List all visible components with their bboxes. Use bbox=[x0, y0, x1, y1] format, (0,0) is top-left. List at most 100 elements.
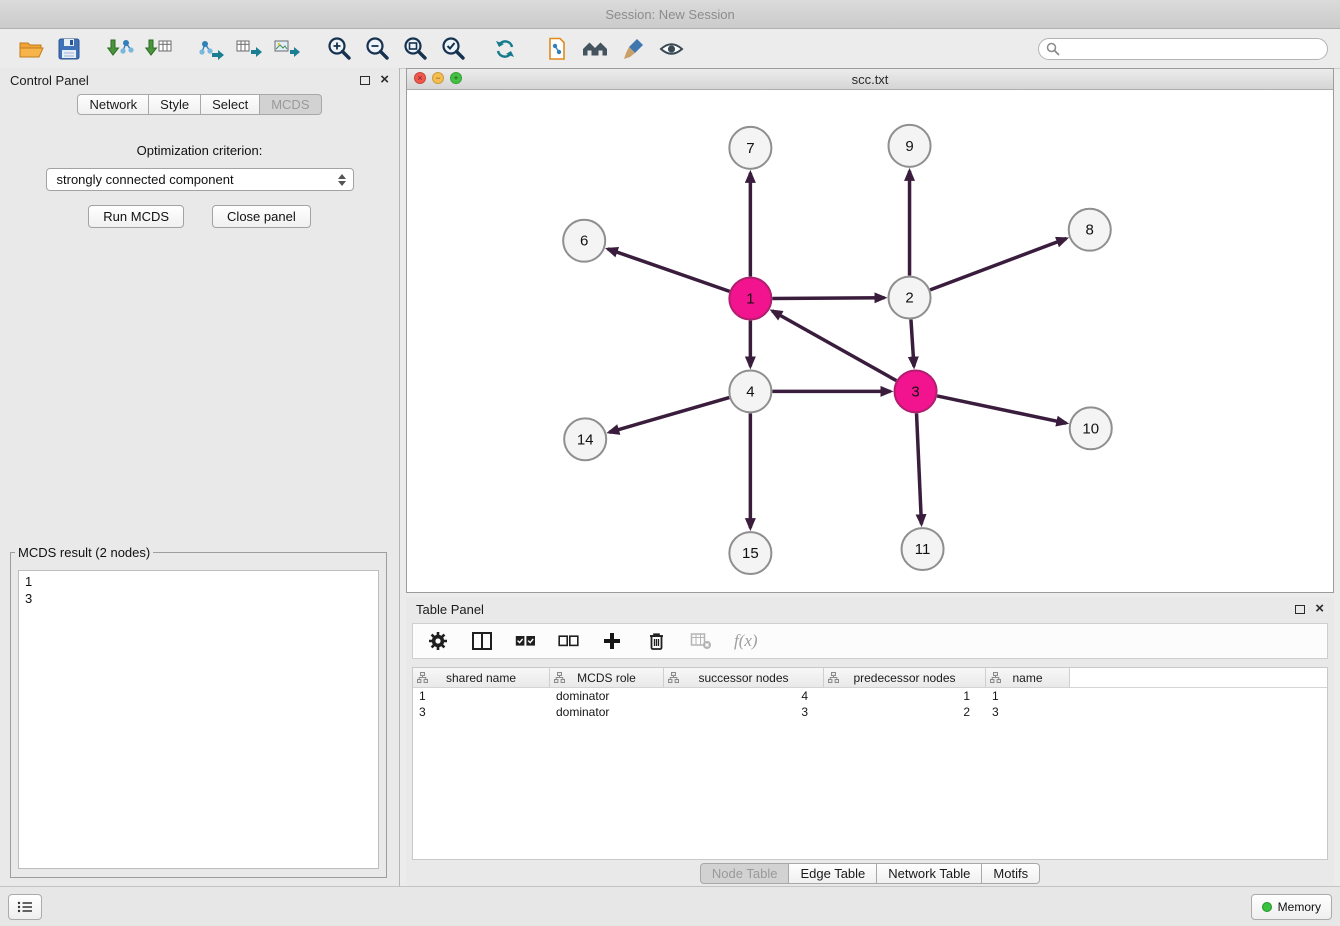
node-4[interactable]: 4 bbox=[729, 370, 771, 412]
edge-3-11[interactable] bbox=[917, 413, 922, 524]
show-hide-details-button[interactable] bbox=[652, 33, 690, 65]
control-panel-title: Control Panel bbox=[10, 73, 89, 88]
table-panel: Table Panel × bbox=[406, 597, 1334, 886]
tab-motifs[interactable]: Motifs bbox=[982, 863, 1040, 884]
tab-mcds[interactable]: MCDS bbox=[260, 94, 321, 115]
float-panel-icon[interactable] bbox=[360, 76, 370, 85]
deselect-all-rows-icon[interactable] bbox=[558, 635, 579, 647]
close-panel-button[interactable]: Close panel bbox=[212, 205, 311, 228]
node-1[interactable]: 1 bbox=[729, 278, 771, 320]
search-input[interactable] bbox=[1038, 38, 1328, 60]
zoom-selected-button[interactable] bbox=[434, 33, 472, 65]
table-cell: 1 bbox=[986, 688, 1070, 704]
node-14[interactable]: 14 bbox=[564, 418, 606, 460]
column-header-predecessor-nodes[interactable]: predecessor nodes bbox=[824, 668, 986, 687]
export-image-button[interactable] bbox=[268, 33, 306, 65]
mcds-panel: Optimization criterion: strongly connect… bbox=[0, 121, 399, 886]
node-8[interactable]: 8 bbox=[1069, 209, 1111, 251]
node-11[interactable]: 11 bbox=[902, 528, 944, 570]
memory-button[interactable]: Memory bbox=[1251, 894, 1332, 920]
mcds-result-line: 1 bbox=[25, 573, 372, 590]
float-table-panel-icon[interactable] bbox=[1295, 605, 1305, 614]
column-header-mcds-role[interactable]: MCDS role bbox=[550, 668, 664, 687]
close-table-panel-icon[interactable]: × bbox=[1315, 602, 1324, 616]
table-row[interactable]: 1dominator411 bbox=[413, 688, 1327, 704]
tab-select[interactable]: Select bbox=[201, 94, 260, 115]
first-neighbors-button[interactable] bbox=[576, 33, 614, 65]
right-column: × − + scc.txt 7968124314101511 bbox=[400, 68, 1340, 886]
column-header-label: name bbox=[1012, 671, 1042, 685]
tab-network[interactable]: Network bbox=[77, 94, 149, 115]
column-header-label: MCDS role bbox=[577, 671, 636, 685]
edge-1-2[interactable] bbox=[772, 298, 884, 299]
tab-node-table[interactable]: Node Table bbox=[700, 863, 790, 884]
edge-1-6[interactable] bbox=[608, 249, 730, 291]
panel-menu-button[interactable] bbox=[8, 894, 42, 920]
edge-4-14[interactable] bbox=[609, 398, 729, 433]
svg-text:1: 1 bbox=[746, 291, 754, 308]
node-7[interactable]: 7 bbox=[729, 127, 771, 169]
tab-edge-table[interactable]: Edge Table bbox=[789, 863, 877, 884]
zoom-in-button[interactable] bbox=[320, 33, 358, 65]
table-row[interactable]: 3dominator323 bbox=[413, 704, 1327, 720]
svg-text:14: 14 bbox=[577, 431, 594, 448]
save-session-button[interactable] bbox=[50, 33, 88, 65]
edge-2-8[interactable] bbox=[930, 239, 1066, 290]
close-window-icon[interactable]: × bbox=[414, 72, 426, 84]
column-type-icon bbox=[990, 672, 1001, 683]
table-cell: 2 bbox=[824, 704, 986, 720]
svg-text:4: 4 bbox=[746, 383, 754, 400]
zoom-out-button[interactable] bbox=[358, 33, 396, 65]
style-brush-button[interactable] bbox=[614, 33, 652, 65]
import-table-button[interactable] bbox=[140, 33, 178, 65]
node-6[interactable]: 6 bbox=[563, 220, 605, 262]
node-10[interactable]: 10 bbox=[1070, 407, 1112, 449]
edge-3-10[interactable] bbox=[937, 396, 1066, 423]
table-cell: 1 bbox=[824, 688, 986, 704]
table-toolbar: f(x) bbox=[412, 623, 1328, 659]
network-graph[interactable]: 7 9 6 8 1 2 4 3 14 10 15 11 bbox=[407, 90, 1333, 592]
edge-2-3[interactable] bbox=[911, 319, 914, 366]
export-table-button[interactable] bbox=[230, 33, 268, 65]
open-folder-button[interactable] bbox=[12, 33, 50, 65]
column-header-shared-name[interactable]: shared name bbox=[413, 668, 550, 687]
zoom-fit-button[interactable] bbox=[396, 33, 434, 65]
edge-3-1[interactable] bbox=[772, 311, 896, 381]
mcds-result-list[interactable]: 13 bbox=[18, 570, 379, 869]
column-header-name[interactable]: name bbox=[986, 668, 1070, 687]
node-3[interactable]: 3 bbox=[895, 370, 937, 412]
delete-column-icon[interactable] bbox=[645, 630, 668, 653]
settings-gear-icon[interactable] bbox=[427, 630, 449, 652]
mcds-result-box: MCDS result (2 nodes) 13 bbox=[10, 545, 387, 878]
column-chooser-icon[interactable] bbox=[471, 630, 493, 652]
add-column-icon[interactable] bbox=[601, 630, 623, 652]
select-all-rows-icon[interactable] bbox=[515, 635, 536, 647]
node-9[interactable]: 9 bbox=[889, 125, 931, 167]
run-mcds-button[interactable]: Run MCDS bbox=[88, 205, 184, 228]
export-network-button[interactable] bbox=[192, 33, 230, 65]
control-panel-tabs: NetworkStyleSelectMCDS bbox=[77, 94, 321, 115]
node-2[interactable]: 2 bbox=[889, 277, 931, 319]
maximize-window-icon[interactable]: + bbox=[450, 72, 462, 84]
application-window: Session: New Session bbox=[0, 0, 1340, 926]
optimization-criterion-select[interactable]: strongly connected component bbox=[46, 168, 354, 191]
tab-style[interactable]: Style bbox=[149, 94, 201, 115]
svg-text:2: 2 bbox=[905, 290, 913, 307]
svg-text:11: 11 bbox=[915, 541, 931, 558]
minimize-window-icon[interactable]: − bbox=[432, 72, 444, 84]
refresh-icon bbox=[492, 36, 518, 62]
network-window-title: scc.txt bbox=[852, 72, 889, 87]
search-box bbox=[1038, 38, 1328, 60]
column-header-successor-nodes[interactable]: successor nodes bbox=[664, 668, 824, 687]
memory-status-icon bbox=[1262, 902, 1272, 912]
list-menu-icon bbox=[17, 900, 33, 914]
dropdown-stepper-icon bbox=[338, 174, 346, 186]
import-table-icon bbox=[145, 36, 173, 62]
import-network-button[interactable] bbox=[102, 33, 140, 65]
network-canvas[interactable]: 7 9 6 8 1 2 4 3 14 10 15 11 bbox=[407, 90, 1333, 592]
node-15[interactable]: 15 bbox=[729, 532, 771, 574]
new-network-from-selection-button[interactable] bbox=[538, 33, 576, 65]
close-panel-icon[interactable]: × bbox=[380, 73, 389, 87]
refresh-view-button[interactable] bbox=[486, 33, 524, 65]
tab-network-table[interactable]: Network Table bbox=[877, 863, 982, 884]
